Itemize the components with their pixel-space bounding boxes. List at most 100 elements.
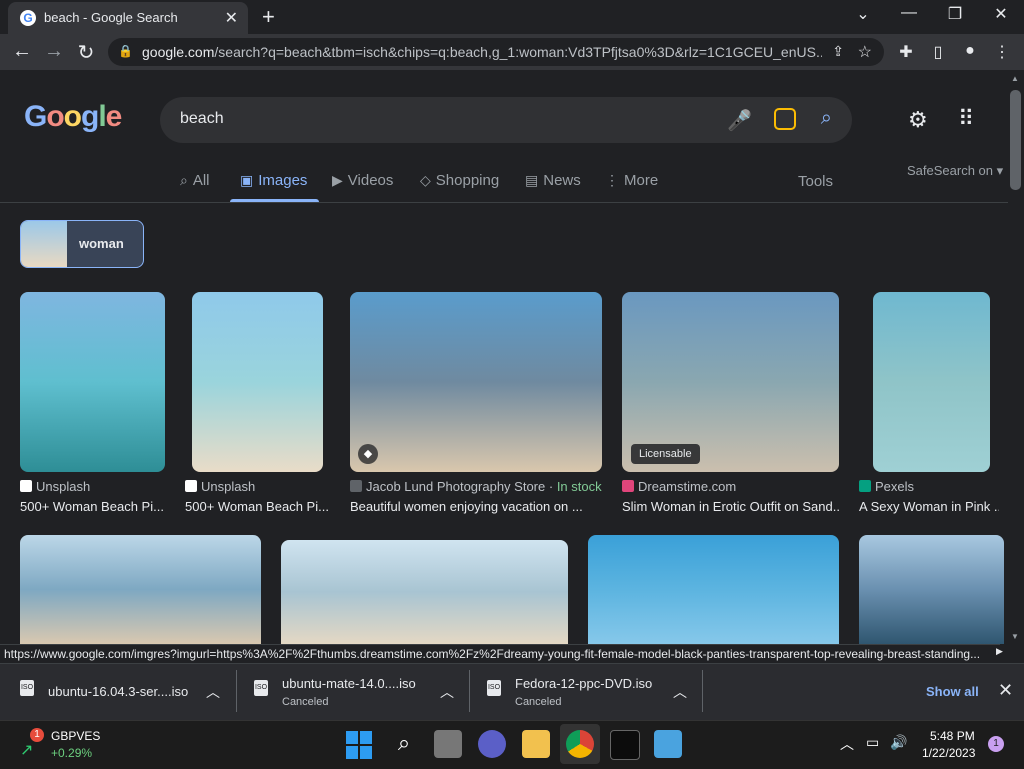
address-bar[interactable]: 🔒 google.com/search?q=beach&tbm=isch&chi… [108,38,884,66]
tab-all[interactable]: ⌕ All [180,172,210,189]
search-icon[interactable]: ⌕ [821,107,832,130]
result-image[interactable] [20,292,165,472]
scroll-up-icon[interactable]: ▲ [1011,74,1019,83]
filter-chip-woman[interactable]: woman [20,220,144,268]
result-source[interactable]: Unsplash [185,479,255,494]
profile-icon[interactable]: ● [960,42,980,60]
result-caption[interactable]: Beautiful women enjoying vacation on ... [350,499,602,514]
caret-down-icon: ▾ [996,163,1004,178]
notification-badge[interactable]: 1 [988,736,1004,752]
download-item[interactable]: ISO Fedora-12-ppc-DVD.iso Canceled ︿ [487,668,697,714]
result-source[interactable]: Dreamstime.com [622,479,736,494]
product-tag-icon: ◆ [358,444,378,464]
clock-time[interactable]: 5:48 PM [930,729,975,743]
tag-icon: ◇ [420,172,431,188]
volume-icon[interactable]: 🔊 [890,734,907,751]
restore-button[interactable]: ❐ [932,4,978,24]
store-favicon-icon [350,480,362,492]
terminal-icon[interactable] [610,730,640,760]
result-image[interactable] [192,292,323,472]
search-input[interactable]: beach [180,110,224,128]
reload-button[interactable]: ↻ [74,40,98,65]
result-image[interactable] [350,292,602,472]
result-image[interactable] [873,292,990,472]
chevron-up-icon[interactable]: ︿ [206,682,220,702]
google-logo[interactable]: Google [24,100,122,134]
notepad-icon[interactable] [654,730,682,758]
taskbar-search-icon[interactable]: ⌕ [390,730,418,758]
download-filename: Fedora-12-ppc-DVD.iso [515,676,653,691]
extensions-icon[interactable]: ✚ [896,42,916,62]
result-image[interactable] [859,535,1004,644]
result-source[interactable]: Jacob Lund Photography Store · In stock [350,479,602,494]
tools-button[interactable]: Tools [798,173,833,190]
clock-date[interactable]: 1/22/2023 [922,746,975,760]
close-window-button[interactable]: ✕ [978,4,1024,24]
minimize-button[interactable]: — [886,4,932,22]
dreamstime-favicon-icon [622,480,634,492]
result-caption[interactable]: 500+ Woman Beach Pi... [185,499,335,514]
tab-videos[interactable]: ▶ Videos [332,172,393,189]
safesearch-toggle[interactable]: SafeSearch on ▾ [907,163,1003,179]
download-item[interactable]: ISO ubuntu-mate-14.0....iso Canceled ︿ [254,668,464,714]
result-source[interactable]: Pexels [859,479,914,494]
status-url-bar: https://www.google.com/imgres?imgurl=htt… [0,644,1000,663]
menu-kebab-icon[interactable]: ⋮ [992,42,1012,62]
file-explorer-icon[interactable] [522,730,550,758]
result-image[interactable] [588,535,839,644]
task-view-icon[interactable] [434,730,462,758]
news-icon: ▤ [525,172,539,188]
download-filename: ubuntu-16.04.3-ser....iso [48,684,189,699]
unsplash-favicon-icon [20,480,32,492]
pexels-favicon-icon [859,480,871,492]
chrome-taskbar-icon[interactable] [566,730,594,758]
result-image[interactable] [20,535,261,644]
chip-thumbnail [21,221,67,267]
side-panel-icon[interactable]: ▯ [928,42,948,62]
url-text: google.com/search?q=beach&tbm=isch&chips… [142,44,822,60]
forward-button[interactable]: → [42,40,66,63]
settings-gear-icon[interactable]: ⚙ [908,107,928,133]
stock-widget-icon[interactable]: ↗ 1 [20,728,44,759]
bookmark-star-icon[interactable]: ☆ [858,42,872,62]
tab-images[interactable]: ▣ Images [240,172,307,189]
close-tab-icon[interactable]: ✕ [225,8,238,28]
close-download-bar-icon[interactable]: ✕ [998,680,1013,701]
microphone-icon[interactable]: 🎤 [727,108,752,133]
download-separator [469,670,470,712]
tab-search-icon[interactable]: ⌄ [840,4,886,24]
scroll-down-icon[interactable]: ▼ [1011,632,1019,641]
apps-grid-icon[interactable]: ⠿ [958,106,974,132]
windows-start-icon[interactable] [345,730,375,760]
result-caption[interactable]: 500+ Woman Beach Pi... [20,499,170,514]
result-caption[interactable]: Slim Woman in Erotic Outfit on Sand... [622,499,839,514]
scrollbar-thumb[interactable] [1010,90,1021,190]
browser-tab[interactable]: G beach - Google Search ✕ [8,2,248,34]
licensable-badge[interactable]: Licensable [631,444,700,464]
tab-news[interactable]: ▤ News [525,172,581,189]
network-icon[interactable]: ▭ [866,734,879,751]
result-source[interactable]: Unsplash [20,479,90,494]
chevron-up-icon[interactable]: ︿ [440,682,454,702]
search-box[interactable]: beach 🎤 ⌕ [160,97,852,143]
chip-label: woman [79,236,124,251]
result-image[interactable] [281,540,568,644]
tab-more[interactable]: ⋮ More [605,172,658,189]
tab-shopping[interactable]: ◇ Shopping [420,172,499,189]
video-icon: ▶ [332,172,343,188]
download-separator [702,670,703,712]
result-caption[interactable]: A Sexy Woman in Pink ... [859,499,999,514]
status-scroll-right-icon: ▶ [996,646,1003,656]
lens-camera-icon[interactable] [774,108,796,130]
tab-title: beach - Google Search [44,10,178,25]
share-icon[interactable]: ⇪ [832,43,844,60]
more-icon: ⋮ [605,172,619,188]
download-item[interactable]: ISO ubuntu-16.04.3-ser....iso ︿ [20,668,230,714]
show-all-downloads-button[interactable]: Show all [926,684,979,699]
back-button[interactable]: ← [10,40,34,63]
new-tab-button[interactable]: + [262,4,275,30]
teams-chat-icon[interactable] [478,730,506,758]
iso-file-icon: ISO [20,680,34,696]
chevron-up-icon[interactable]: ︿ [673,682,687,702]
tray-chevron-icon[interactable]: ︿ [840,734,854,754]
